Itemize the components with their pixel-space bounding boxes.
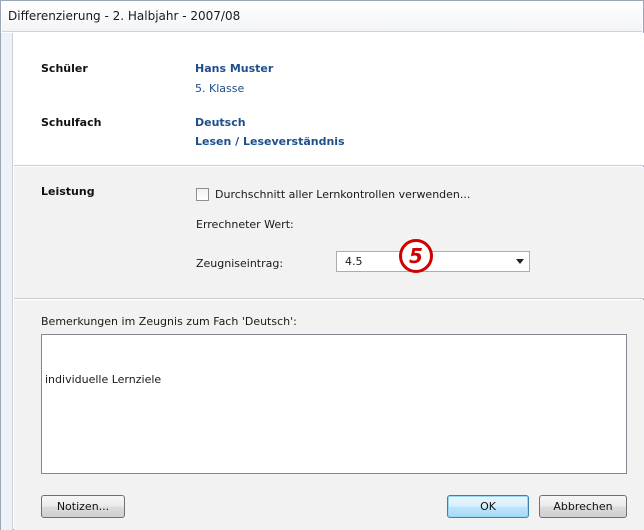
remarks-label: Bemerkungen im Zeugnis zum Fach 'Deutsch… (41, 315, 297, 328)
left-border-strip (1, 33, 13, 530)
dialog-window: Differenzierung - 2. Halbjahr - 2007/08 … (0, 0, 644, 530)
performance-label: Leistung (41, 185, 95, 198)
annotation-number-badge: 5 (399, 239, 433, 273)
student-class: 5. Klasse (195, 82, 245, 95)
report-entry-value: 4.5 (345, 255, 363, 268)
cancel-button[interactable]: Abbrechen (539, 495, 627, 518)
remarks-text: individuelle Lernziele (45, 373, 162, 386)
subject-name: Deutsch (195, 116, 246, 129)
subject-area: Lesen / Leseverständnis (195, 135, 345, 148)
dropdown-arrow-icon[interactable] (516, 259, 524, 264)
window-title: Differenzierung - 2. Halbjahr - 2007/08 (8, 9, 241, 23)
notes-button[interactable]: Notizen... (41, 495, 125, 518)
student-name: Hans Muster (195, 62, 274, 75)
average-checkbox-label[interactable]: Durchschnitt aller Lernkontrollen verwen… (215, 188, 470, 201)
average-checkbox[interactable] (196, 188, 209, 201)
ok-button[interactable]: OK (447, 495, 529, 518)
subject-label: Schulfach (41, 116, 102, 129)
computed-value-label: Errechneter Wert: (196, 218, 294, 231)
report-entry-label: Zeugniseintrag: (196, 257, 284, 270)
report-entry-select[interactable]: 4.5 (336, 251, 530, 272)
remarks-textarea[interactable]: individuelle Lernziele (41, 334, 627, 474)
performance-section (14, 167, 644, 299)
student-label: Schüler (41, 62, 88, 75)
title-bar: Differenzierung - 2. Halbjahr - 2007/08 (2, 2, 642, 32)
